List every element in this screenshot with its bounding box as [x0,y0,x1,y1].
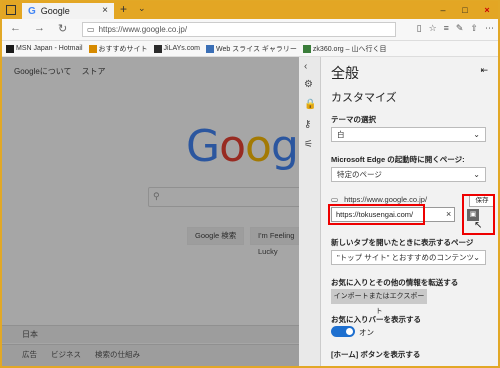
msn-icon [6,44,14,53]
chevron-down-icon: ⌄ [473,130,480,139]
title-bar: G Google × + ⌄ – □ × [2,1,498,19]
startup-label: Microsoft Edge の起動時に開くページ: [331,155,465,164]
collapse-icon[interactable]: ‹ [304,61,307,72]
web-slice-icon [205,44,214,53]
google-g-icon: G [28,5,36,17]
tab-preview-icon[interactable] [6,5,16,15]
key-icon[interactable]: ⚷ [304,119,311,130]
notes-icon[interactable]: ✎ [456,23,464,34]
tab-close-icon[interactable]: × [102,5,108,16]
more-icon[interactable]: ⋯ [485,23,494,34]
window-controls: – □ × [432,1,498,19]
lock-icon[interactable]: 🔒 [304,99,316,110]
startup-url-item[interactable]: ▭ https://www.google.co.jp/ [331,195,427,204]
address-bar-row: ← → ↻ ▭ https://www.google.co.jp/ ▯ ☆ ≡ … [2,19,498,41]
page-icon: ▭ [87,25,95,34]
favorite-item[interactable]: zk360.org – 山へ行く目 [302,44,386,54]
cursor-icon: ↖ [474,220,483,231]
browser-window: G Google × + ⌄ – □ × ← → ↻ ▭ https://www… [2,1,498,366]
url-text: https://www.google.co.jp/ [98,25,188,34]
close-window-button[interactable]: × [476,1,498,19]
sliders-icon[interactable]: ⚟ [304,139,313,150]
chevron-down-icon: ⌄ [473,170,480,179]
favorite-item[interactable]: Web スライス ギャラリー [205,44,297,54]
minimize-button[interactable]: – [432,1,454,19]
page-dim-overlay [2,57,307,366]
theme-label: テーマの選択 [331,115,376,124]
hub-icon[interactable]: ≡ [444,23,449,34]
forward-icon[interactable]: → [34,22,45,34]
toolbar-icons: ▯ ☆ ≡ ✎ ⇧ ⋯ [417,23,494,34]
favorite-item[interactable]: JiLAYs.com [153,44,200,53]
theme-select[interactable]: 白 ⌄ [331,127,486,142]
customize-heading: カスタマイズ [331,92,397,104]
refresh-icon[interactable]: ↻ [58,22,67,35]
clear-icon[interactable]: × [446,209,451,219]
newtab-select[interactable]: "トップ サイト" とおすすめのコンテンツ ⌄ [331,250,486,265]
maximize-button[interactable]: □ [454,1,476,19]
tab-label: Google [40,6,70,16]
highlight-url-box [328,204,425,225]
home-button-label: [ホーム] ボタンを表示する [331,350,421,359]
page-icon: ▭ [331,195,339,204]
favorite-item[interactable]: おすすめサイト [88,44,148,54]
chevron-down-icon[interactable]: ⌄ [138,3,146,14]
toggle-state: オン [359,328,374,337]
favorite-star-icon[interactable]: ☆ [429,23,437,34]
settings-panel: 全般 ⇤ カスタマイズ テーマの選択 白 ⌄ Microsoft Edge の起… [321,57,498,366]
share-icon[interactable]: ⇧ [470,23,478,34]
settings-title: 全般 [331,65,359,81]
jilays-icon [153,44,162,53]
favorite-item[interactable]: MSN Japan - Hotmail [6,44,83,53]
gear-icon[interactable]: ⚙ [304,79,313,90]
zk360-icon [302,44,311,53]
desktop-frame: G Google × + ⌄ – □ × ← → ↻ ▭ https://www… [0,0,500,368]
chevron-down-icon: ⌄ [473,253,480,262]
tab-google[interactable]: G Google × [22,3,114,19]
pin-icon[interactable]: ⇤ [480,65,488,76]
favbar-label: お気に入りバーを表示する [331,315,421,324]
import-export-button[interactable]: インポートまたはエクスポート [331,289,427,315]
transfer-label: お気に入りとその他の情報を転送する [331,278,459,287]
new-tab-icon[interactable]: + [120,2,127,16]
url-field[interactable]: ▭ https://www.google.co.jp/ [82,22,396,37]
reading-view-icon[interactable]: ▯ [417,23,422,34]
favorites-bar: MSN Japan - Hotmail おすすめサイト JiLAYs.com W… [2,41,498,57]
startup-select[interactable]: 特定のページ ⌄ [331,167,486,182]
favbar-toggle[interactable] [331,326,355,337]
hub-sidebar: ‹ ⚙ 🔒 ⚷ ⚟ [299,57,321,366]
toggle-knob [346,328,353,335]
back-icon[interactable]: ← [10,22,21,34]
newtab-label: 新しいタブを開いたときに表示するページ [331,238,474,247]
folder-icon [88,44,97,53]
